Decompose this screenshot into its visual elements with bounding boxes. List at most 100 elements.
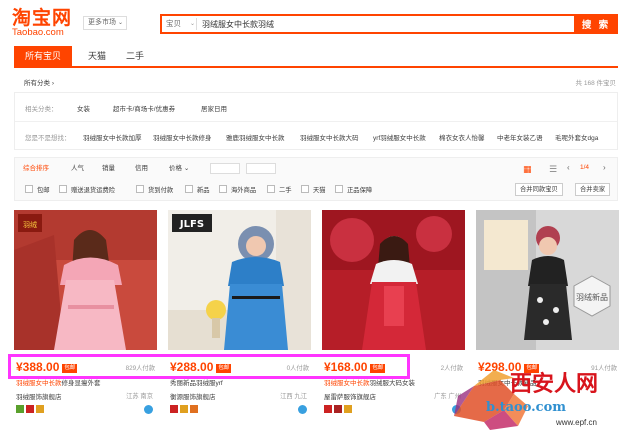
chevron-down-icon: ⌄ (190, 21, 196, 27)
taobao-logo[interactable]: 淘宝网 Taobao.com (12, 8, 78, 38)
checkbox-free-shipping[interactable]: 包邮 (25, 185, 50, 196)
checkbox-overseas[interactable]: 海外商品 (219, 185, 256, 196)
title-rest: 秀丽新品羽绒服yrf (170, 380, 223, 387)
filter-panel: 相关分类： 女装 超市卡/商场卡/优惠券 居家日用 您是不是想找： 羽绒服女中长… (14, 92, 618, 150)
sold-count: 0人付款 (286, 365, 309, 372)
merge-same-items-button[interactable]: 合并同款宝贝 (515, 183, 563, 196)
chevron-down-icon: ⌄ (117, 20, 123, 26)
watermark: 西安人网 b.taoo.com www.epf.cn (444, 366, 630, 432)
service-icons (170, 405, 200, 414)
guarantee-icon[interactable] (36, 405, 44, 413)
shop-name[interactable]: 衡源服饰旗舰店 (170, 391, 216, 401)
tab-tmall[interactable]: 天猫 (82, 46, 112, 66)
genuine-icon[interactable] (26, 405, 34, 413)
sort-default[interactable]: 综合排序 (23, 164, 49, 174)
product-title[interactable]: 秀丽新品羽绒服yrf (170, 377, 310, 387)
shop-location: 江西 九江 (280, 393, 307, 400)
search-input[interactable] (202, 17, 562, 31)
list-view-icon[interactable]: ☰ (549, 164, 557, 174)
tab-all-items[interactable]: 所有宝贝 (14, 46, 72, 66)
chevron-down-icon: ⌄ (183, 165, 190, 172)
related-item[interactable]: 超市卡/商场卡/优惠券 (113, 103, 175, 113)
free-shipping-badge: 包邮 (62, 364, 78, 373)
logo-cn: 淘宝网 (12, 7, 73, 29)
sold-count: 829人付款 (125, 365, 155, 372)
sort-popularity[interactable]: 人气 (71, 164, 84, 174)
shop-name[interactable]: 屋雷萨服饰旗舰店 (324, 391, 376, 401)
product-image[interactable]: 羽绒 (14, 210, 157, 350)
sort-price[interactable]: 价格 ⌄ (169, 164, 189, 174)
suggest-item[interactable]: 雅鹿羽绒服女中长款 (226, 132, 285, 142)
checkbox-return-insurance[interactable]: 赠送退货运费险 (59, 185, 115, 196)
price-max-input[interactable] (246, 163, 276, 174)
prev-page-icon[interactable]: ‹ (567, 163, 570, 173)
search-button[interactable]: 搜 索 (574, 14, 618, 34)
tab-underline (14, 66, 618, 68)
product-image[interactable]: 羽绒新品 (476, 210, 619, 350)
sort-sales[interactable]: 销量 (102, 164, 115, 174)
watermark-url: www.epf.cn (556, 418, 597, 427)
tab-second-hand[interactable]: 二手 (120, 46, 150, 66)
result-count: 共 168 件宝贝 (575, 80, 616, 87)
brand-stamp: 羽绒新品 (576, 292, 608, 302)
guarantee-icon[interactable] (334, 405, 342, 413)
merge-sellers-button[interactable]: 合并卖家 (575, 183, 611, 196)
promo-icon[interactable] (190, 405, 198, 413)
service-icons (16, 405, 46, 414)
product-image[interactable] (322, 210, 465, 350)
checkbox-cod[interactable]: 货到付款 (136, 185, 173, 196)
logo-en: Taobao.com (12, 27, 64, 38)
title-highlight: 羽绒服女中长款 (324, 380, 370, 387)
breadcrumb[interactable]: 所有分类 › (24, 77, 54, 87)
wangwang-chat-icon[interactable] (144, 405, 153, 414)
genuine-icon[interactable] (324, 405, 332, 413)
suggest-item[interactable]: 棉衣女衣人怡馨 (439, 132, 485, 142)
suggest-item[interactable]: 羽绒服女中长款修身 (153, 132, 212, 142)
title-rest: 修身显瘦外套 (61, 380, 101, 387)
suggest-item[interactable]: 羽绒服女中长款加厚 (83, 132, 142, 142)
shop-location: 江苏 南京 (126, 393, 153, 400)
product-title[interactable]: 羽绒服女中长款羽绒服大码女装 (324, 377, 464, 387)
related-label: 相关分类： (25, 106, 58, 113)
price-value: ¥168.00 (324, 360, 368, 374)
product-image[interactable]: JLFS (168, 210, 311, 350)
sort-credit[interactable]: 信用 (135, 164, 148, 174)
search-box: 宝贝 ⌄ 搜 索 (160, 14, 618, 34)
product-title[interactable]: 羽绒服女中长款修身显瘦外套 (16, 377, 156, 387)
more-markets-button[interactable]: 更多市场 ⌄ (83, 16, 127, 30)
suggest-item[interactable]: 羽绒服女中长款大码 (300, 132, 359, 142)
checkbox-tmall[interactable]: 天猫 (301, 185, 326, 196)
search-category-select[interactable]: 宝贝 (166, 18, 181, 30)
shop-name[interactable]: 羽绒服饰旗舰店 (16, 391, 62, 401)
promo-icon[interactable] (344, 405, 352, 413)
related-item[interactable]: 女装 (77, 103, 90, 113)
wangwang-chat-icon[interactable] (298, 405, 307, 414)
product-price: ¥288.00 包邮 (170, 360, 232, 374)
tmall-icon[interactable] (16, 405, 24, 413)
product-card[interactable]: 羽绒 ¥388.00 包邮 829人付款 羽绒服女中长款修身显瘦外套 羽绒服饰旗舰… (14, 210, 157, 432)
price-value: ¥388.00 (16, 360, 60, 374)
next-page-icon[interactable]: › (603, 163, 606, 173)
free-shipping-badge: 包邮 (370, 364, 386, 373)
suggest-label: 您是不是想找： (25, 135, 71, 142)
sort-bar: 综合排序 人气 销量 信用 价格 ⌄ - ▦ ☰ ‹ 1/4 › 包邮 赠送退货… (14, 157, 618, 201)
product-price: ¥388.00 包邮 (16, 360, 78, 374)
shop-brand-logo: 羽绒 (23, 220, 37, 229)
checkbox-genuine[interactable]: 正品保障 (335, 185, 372, 196)
related-item[interactable]: 居家日用 (201, 103, 227, 113)
suggest-item[interactable]: yrf羽绒服女中长款 (373, 132, 426, 142)
page-indicator: 1/4 (580, 164, 589, 171)
suggest-item[interactable]: 中老年女装乙语 (497, 132, 543, 142)
checkbox-second-hand[interactable]: 二手 (267, 185, 292, 196)
suggest-item[interactable]: 毛呢外套女dga (555, 132, 598, 142)
breadcrumb-label: 所有分类 (24, 80, 50, 87)
checkbox-new[interactable]: 新品 (185, 185, 210, 196)
price-min-input[interactable] (210, 163, 240, 174)
watermark-cn: 西安人网 (510, 371, 599, 397)
guarantee-icon[interactable] (180, 405, 188, 413)
grid-view-icon[interactable]: ▦ (523, 164, 532, 174)
free-shipping-badge: 包邮 (216, 364, 232, 373)
product-card[interactable]: JLFS ¥288.00 包邮 0人付款 秀丽新品羽绒服yrf 衡源服饰旗舰店 江… (168, 210, 311, 432)
genuine-icon[interactable] (170, 405, 178, 413)
service-icons (324, 405, 354, 414)
